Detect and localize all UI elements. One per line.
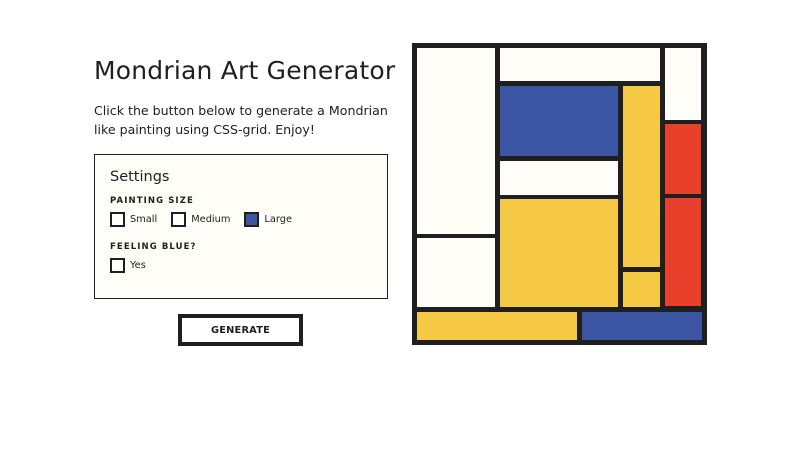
painting-cell-yellow-small (623, 272, 660, 307)
painting-size-options: Small Medium Large (110, 212, 372, 227)
painting-cell-white-middle (500, 161, 618, 195)
yes-checkbox[interactable] (110, 258, 125, 273)
medium-label: Medium (191, 214, 231, 225)
painting-cell-yellow-tall (623, 86, 660, 267)
mondrian-painting (412, 43, 707, 345)
painting-size-label: PAINTING SIZE (110, 196, 194, 206)
large-label: Large (264, 214, 292, 225)
feeling-blue-options: Yes (110, 258, 372, 273)
painting-cell-red-lower (665, 198, 701, 306)
intro-text: Click the button below to generate a Mon… (94, 103, 388, 137)
painting-cell-white-top-right (665, 48, 701, 120)
generate-button[interactable]: GENERATE (178, 314, 303, 346)
painting-cell-blue-bottom (582, 312, 702, 340)
small-label: Small (130, 214, 158, 225)
painting-cell-white-left-tall (417, 48, 495, 234)
settings-title: Settings (110, 169, 170, 185)
medium-checkbox[interactable] (171, 212, 187, 227)
painting-cell-white-top-center (500, 48, 660, 81)
page-title: Mondrian Art Generator (94, 56, 396, 85)
painting-cell-yellow-bottom (417, 312, 577, 340)
painting-cell-blue-upper (500, 86, 618, 156)
small-checkbox[interactable] (110, 212, 125, 227)
painting-cell-red-upper (665, 124, 701, 194)
painting-cell-white-left-lower (417, 238, 495, 307)
large-checkbox[interactable] (244, 212, 260, 227)
feeling-blue-label: FEELING BLUE? (110, 242, 197, 252)
size-option-medium[interactable]: Medium (171, 212, 230, 227)
settings-panel: Settings PAINTING SIZE Small Medium Larg… (94, 154, 388, 299)
painting-cell-yellow-large (500, 199, 618, 307)
size-option-small[interactable]: Small (110, 212, 157, 227)
yes-label: Yes (130, 260, 146, 271)
size-option-large[interactable]: Large (244, 212, 292, 227)
feeling-blue-option-yes[interactable]: Yes (110, 258, 146, 273)
